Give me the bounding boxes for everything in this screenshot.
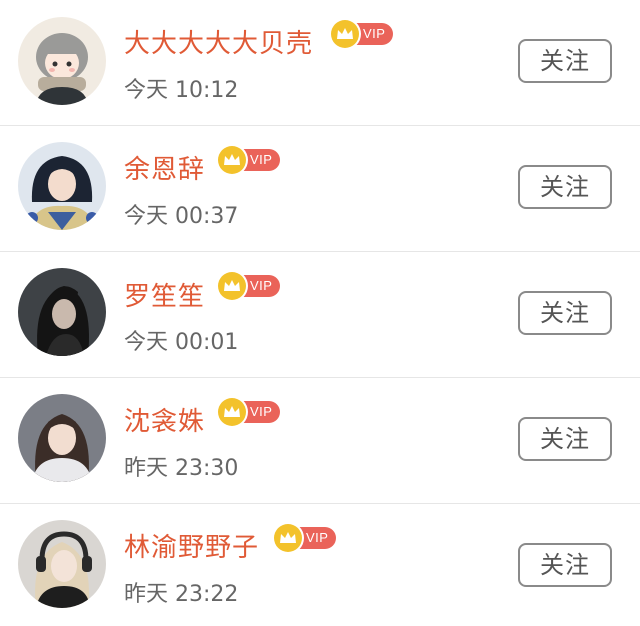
crown-icon: [218, 272, 246, 300]
user-name[interactable]: 罗笙笙: [124, 276, 205, 313]
follow-time: 今天 10:12: [124, 78, 239, 103]
follow-button[interactable]: 关注: [518, 165, 612, 209]
vip-badge: VIP: [218, 272, 281, 300]
crown-icon: [218, 146, 246, 174]
user-name[interactable]: 余恩辞: [124, 149, 205, 186]
vip-badge: VIP: [218, 146, 281, 174]
crown-icon: [274, 524, 302, 552]
follow-button[interactable]: 关注: [518, 39, 612, 83]
avatar-woman-dark-hair-icon: [18, 268, 106, 356]
vip-badge: VIP: [218, 398, 281, 426]
avatar[interactable]: [18, 17, 106, 105]
vip-badge: VIP: [274, 524, 337, 552]
avatar-woman-blonde-headphones-icon: [18, 520, 106, 608]
list-item[interactable]: 大大大大大贝壳 VIP 今天 10:12 关注: [0, 0, 640, 126]
avatar[interactable]: [18, 520, 106, 608]
avatar-woman-long-hair-icon: [18, 394, 106, 482]
user-name[interactable]: 大大大大大贝壳: [124, 23, 313, 60]
avatar[interactable]: [18, 268, 106, 356]
avatar-woman-blue-hair-icon: [18, 142, 106, 230]
follow-time: 今天 00:01: [124, 330, 239, 355]
follow-button[interactable]: 关注: [518, 543, 612, 587]
list-item[interactable]: 林渝野野子 VIP 昨天 23:22 关注: [0, 504, 640, 626]
follow-time: 昨天 23:22: [124, 582, 239, 607]
follow-list: 大大大大大贝壳 VIP 今天 10:12 关注 余恩辞 VIP 今天 00:37…: [0, 0, 640, 626]
avatar[interactable]: [18, 142, 106, 230]
follow-time: 昨天 23:30: [124, 456, 239, 481]
list-item[interactable]: 余恩辞 VIP 今天 00:37 关注: [0, 126, 640, 252]
follow-button[interactable]: 关注: [518, 417, 612, 461]
crown-icon: [218, 398, 246, 426]
crown-icon: [331, 20, 359, 48]
user-name[interactable]: 林渝野野子: [124, 527, 259, 564]
list-item[interactable]: 沈衾姝 VIP 昨天 23:30 关注: [0, 378, 640, 504]
avatar[interactable]: [18, 394, 106, 482]
follow-time: 今天 00:37: [124, 204, 239, 229]
avatar-cartoon-girl-scarf-icon: [18, 17, 106, 105]
list-item[interactable]: 罗笙笙 VIP 今天 00:01 关注: [0, 252, 640, 378]
user-name[interactable]: 沈衾姝: [124, 401, 205, 438]
vip-badge: VIP: [331, 20, 394, 48]
follow-button[interactable]: 关注: [518, 291, 612, 335]
